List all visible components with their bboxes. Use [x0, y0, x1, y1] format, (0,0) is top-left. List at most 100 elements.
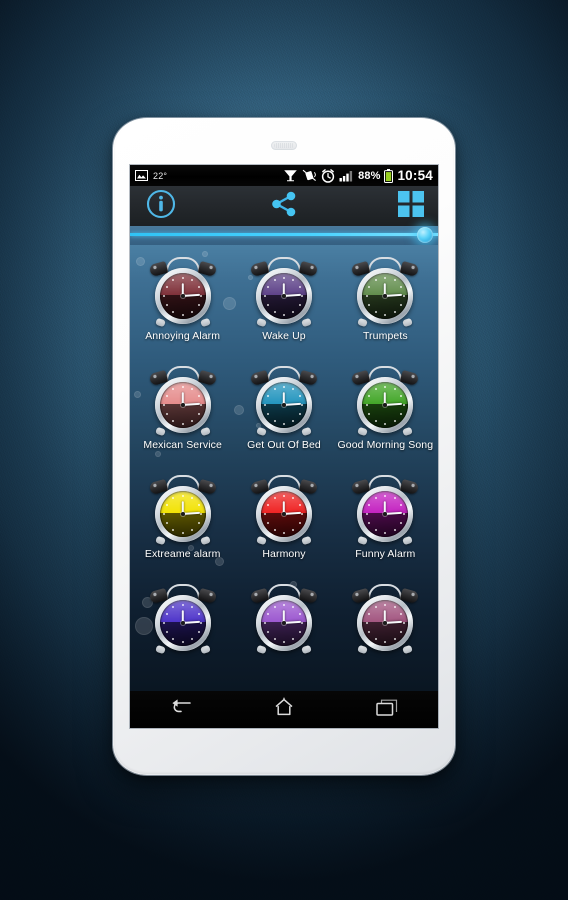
clock-tick	[264, 513, 267, 515]
clock-tick	[282, 640, 285, 643]
clock-tick	[402, 295, 405, 297]
alarm-clock-thumbnail	[248, 583, 320, 655]
clock-tick	[163, 513, 166, 515]
alarm-clock-thumbnail	[349, 474, 421, 546]
clock-tick	[282, 385, 285, 388]
clock-tick	[282, 276, 285, 279]
clock-tick	[181, 603, 184, 606]
alarm-clock-thumbnail	[147, 583, 219, 655]
clock-tick	[172, 605, 175, 608]
clock-tick	[368, 612, 371, 615]
clock-tick	[365, 295, 368, 297]
clock-tick	[165, 612, 168, 615]
clock-tick	[163, 295, 166, 297]
wallpaper-backdrop: 22° 88% 10:54 Annoying Alarm Wake Up Tru…	[0, 0, 568, 900]
clock-tick	[301, 404, 304, 406]
clock-tick	[197, 612, 200, 615]
ringtone-scroll-area[interactable]: Annoying Alarm Wake Up Trumpets Mexican …	[130, 245, 438, 691]
ringtone-item[interactable]: Wake Up	[233, 253, 334, 360]
ringtone-item[interactable]: Funny Alarm	[335, 471, 436, 578]
info-circle-icon	[146, 189, 176, 224]
recent-apps-button[interactable]	[365, 695, 409, 725]
seekbar-track	[130, 233, 438, 236]
clock-tick	[400, 503, 403, 506]
ringtone-item[interactable]: Mexican Service	[132, 362, 233, 469]
temperature-text: 22°	[153, 170, 168, 181]
clock-tick	[365, 513, 368, 515]
clock-tick	[264, 622, 267, 624]
clock-tick	[264, 295, 267, 297]
ringtone-label: Wake Up	[262, 330, 306, 342]
clock-tick	[282, 531, 285, 534]
grid-view-button[interactable]	[396, 190, 426, 221]
clock-tick	[266, 503, 269, 506]
clock-tick	[264, 404, 267, 406]
clock-tick	[200, 295, 203, 297]
clock-tick	[299, 394, 301, 397]
home-button[interactable]	[262, 695, 306, 725]
alarm-clock-thumbnail	[147, 474, 219, 546]
recent-apps-icon	[375, 698, 399, 722]
clock-tick	[273, 387, 276, 390]
clock-tick	[165, 285, 168, 288]
clock-tick	[400, 394, 403, 397]
android-nav-bar	[130, 691, 438, 728]
clock-tick	[273, 278, 276, 281]
clock-tick	[375, 638, 378, 641]
alarm-clock-thumbnail	[349, 365, 421, 437]
clock-tick	[172, 387, 175, 390]
clock-tick	[384, 422, 387, 425]
clock-tick	[375, 278, 378, 281]
ringtone-item[interactable]	[233, 580, 334, 687]
alarm-clock-thumbnail	[248, 474, 320, 546]
clock-tick	[402, 513, 405, 515]
phone-device: 22° 88% 10:54 Annoying Alarm Wake Up Tru…	[113, 118, 455, 775]
clock-tick	[266, 394, 269, 397]
signal-bars-icon	[339, 170, 354, 182]
volume-seekbar[interactable]	[130, 226, 438, 245]
clock-tick	[384, 640, 387, 643]
clock-tick	[172, 529, 175, 532]
clock-tick	[181, 276, 184, 279]
app-action-bar	[130, 186, 438, 226]
clock-tick	[375, 605, 378, 608]
share-nodes-icon	[269, 190, 299, 223]
ringtone-label: Harmony	[262, 548, 306, 560]
alarm-clock-thumbnail	[349, 256, 421, 328]
ringtone-item[interactable]	[335, 580, 436, 687]
ringtone-item[interactable]: Annoying Alarm	[132, 253, 233, 360]
clock-tick	[172, 420, 175, 423]
clock-tick	[200, 622, 203, 624]
clock-tick	[365, 622, 368, 624]
drink-glass-icon	[283, 169, 298, 182]
ringtone-label: Extreame alarm	[144, 548, 221, 560]
ringtone-item[interactable]: Extreame alarm	[132, 471, 233, 578]
back-arrow-icon	[169, 698, 193, 721]
clock-tick	[181, 640, 184, 643]
clock-tick	[273, 529, 276, 532]
back-button[interactable]	[159, 695, 203, 725]
clock-tick	[273, 638, 276, 641]
android-status-bar: 22° 88% 10:54	[130, 165, 438, 186]
ringtone-label: Get Out Of Bed	[247, 439, 321, 451]
clock-tick	[400, 285, 403, 288]
seekbar-thumb[interactable]	[417, 227, 433, 243]
clock-tick	[301, 513, 304, 515]
phone-screen: 22° 88% 10:54 Annoying Alarm Wake Up Tru…	[130, 165, 438, 728]
clock-tick	[402, 622, 405, 624]
vibrate-muted-icon	[302, 169, 317, 182]
ringtone-item[interactable]: Harmony	[233, 471, 334, 578]
ringtone-item[interactable]: Get Out Of Bed	[233, 362, 334, 469]
ringtone-item[interactable]: Good Morning Song	[335, 362, 436, 469]
clock-tick	[273, 311, 276, 314]
ringtone-item[interactable]	[132, 580, 233, 687]
clock-tick	[163, 622, 166, 624]
clock-tick	[200, 513, 203, 515]
share-button[interactable]	[267, 191, 301, 221]
alarm-clock-thumbnail	[248, 365, 320, 437]
ringtone-label: Good Morning Song	[337, 439, 434, 451]
clock-tick	[197, 394, 200, 397]
clock-tick	[384, 603, 387, 606]
info-button[interactable]	[146, 189, 176, 224]
ringtone-item[interactable]: Trumpets	[335, 253, 436, 360]
